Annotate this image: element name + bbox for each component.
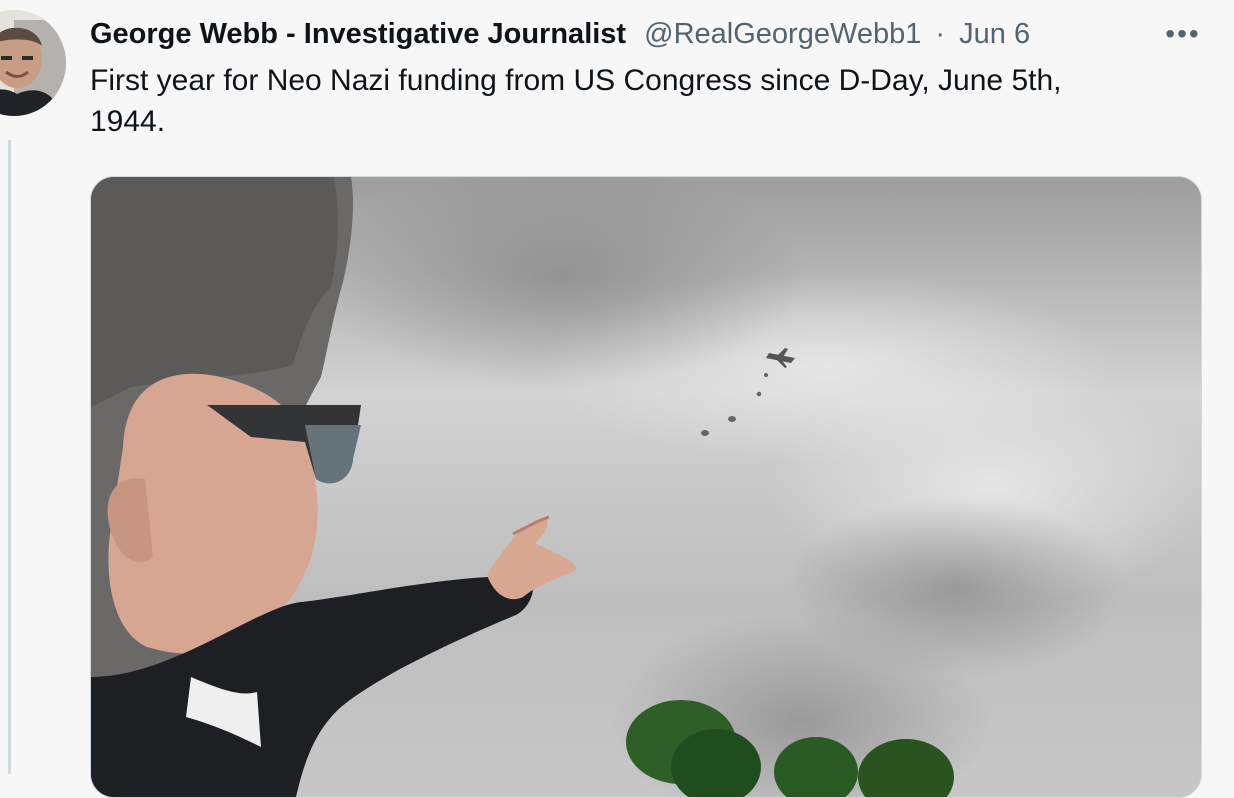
author-handle[interactable]: @RealGeorgeWebb1 — [644, 18, 921, 50]
tweet-date[interactable]: Jun 6 — [959, 18, 1030, 50]
meta-separator: · — [935, 18, 946, 50]
author-avatar[interactable] — [0, 10, 66, 116]
video-frame — [91, 177, 1201, 797]
tweet-card[interactable]: George Webb - Investigative Journalist @… — [0, 0, 1234, 798]
tweet-header: George Webb - Investigative Journalist @… — [90, 14, 1170, 54]
thread-connector-line — [8, 140, 11, 774]
more-options-icon[interactable]: ••• — [1162, 14, 1204, 54]
author-name[interactable]: George Webb - Investigative Journalist — [90, 18, 626, 50]
video-thumbnail[interactable] — [90, 176, 1202, 798]
tweet-text: First year for Neo Nazi funding from US … — [90, 64, 1062, 138]
avatar-image — [0, 10, 66, 116]
